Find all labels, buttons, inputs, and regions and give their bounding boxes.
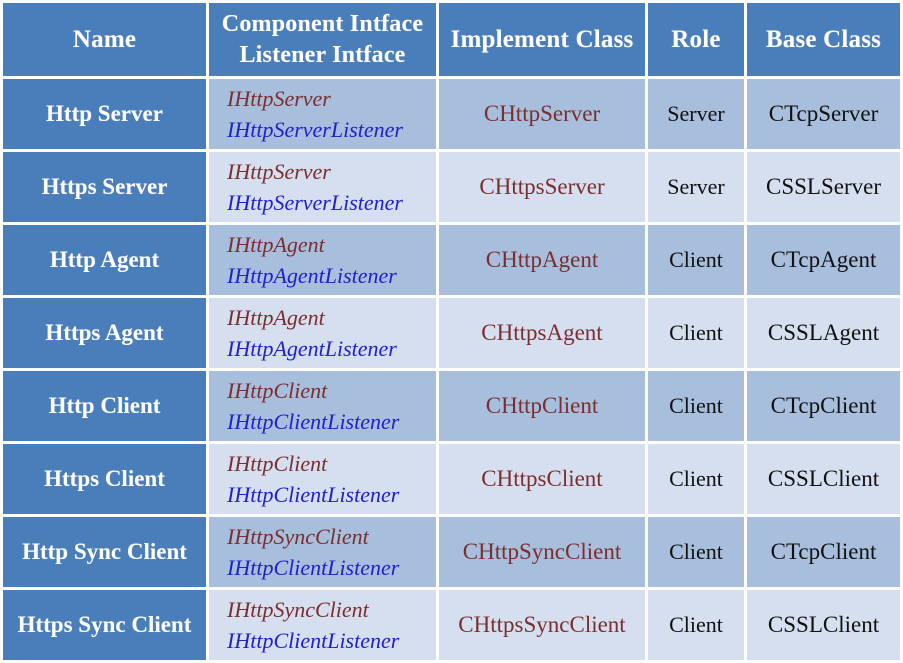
cell-name: Http Agent: [3, 225, 206, 295]
cell-interface: IHttpClient IHttpClientListener: [209, 444, 436, 514]
table-body: Http Server IHttpServer IHttpServerListe…: [3, 79, 900, 660]
cell-name: Http Client: [3, 371, 206, 441]
cell-name: Https Client: [3, 444, 206, 514]
cell-base-class: CTcpServer: [747, 79, 900, 149]
cell-role: Server: [648, 79, 744, 149]
column-header-role: Role: [648, 3, 744, 76]
cell-role: Client: [648, 444, 744, 514]
column-header-listener-intface-label: Listener Intface: [239, 41, 406, 68]
cell-implement-class: CHttpServer: [439, 79, 645, 149]
component-intface-value: IHttpClient: [227, 377, 328, 403]
table-row: Http Client IHttpClient IHttpClientListe…: [3, 371, 900, 441]
column-header-name-label: Name: [72, 25, 137, 53]
table-row: Https Agent IHttpAgent IHttpAgentListene…: [3, 298, 900, 368]
component-overview-table: Name Component Intface Listener Intface …: [0, 0, 903, 663]
cell-role: Server: [648, 152, 744, 222]
component-intface-value: IHttpAgent: [227, 304, 325, 330]
cell-base-class: CTcpClient: [747, 371, 900, 441]
cell-implement-class: CHttpsClient: [439, 444, 645, 514]
cell-role: Client: [648, 298, 744, 368]
cell-base-class: CSSLClient: [747, 444, 900, 514]
cell-implement-class: CHttpsSyncClient: [439, 590, 645, 660]
table-row: Http Sync Client IHttpSyncClient IHttpCl…: [3, 517, 900, 587]
column-header-base-class-label: Base Class: [765, 25, 882, 53]
listener-intface-value: IHttpClientListener: [227, 482, 400, 507]
cell-base-class: CSSLClient: [747, 590, 900, 660]
cell-name: Https Server: [3, 152, 206, 222]
listener-intface-value: IHttpClientListener: [227, 555, 400, 580]
component-table-container: Name Component Intface Listener Intface …: [0, 0, 903, 663]
component-intface-value: IHttpClient: [227, 450, 328, 476]
cell-base-class: CSSLAgent: [747, 298, 900, 368]
cell-interface: IHttpSyncClient IHttpClientListener: [209, 517, 436, 587]
component-intface-value: IHttpServer: [227, 85, 331, 111]
column-header-component-intface-label: Component Intface: [221, 10, 424, 37]
listener-intface-value: IHttpClientListener: [227, 628, 400, 653]
cell-base-class: CTcpAgent: [747, 225, 900, 295]
cell-base-class: CSSLServer: [747, 152, 900, 222]
table-row: Https Client IHttpClient IHttpClientList…: [3, 444, 900, 514]
cell-interface: IHttpAgent IHttpAgentListener: [209, 298, 436, 368]
cell-implement-class: CHttpAgent: [439, 225, 645, 295]
table-row: Https Server IHttpServer IHttpServerList…: [3, 152, 900, 222]
cell-name: Https Agent: [3, 298, 206, 368]
listener-intface-value: IHttpServerListener: [227, 190, 403, 215]
cell-base-class: CTcpClient: [747, 517, 900, 587]
cell-role: Client: [648, 371, 744, 441]
cell-name: Http Sync Client: [3, 517, 206, 587]
cell-implement-class: CHttpsServer: [439, 152, 645, 222]
table-row: Http Server IHttpServer IHttpServerListe…: [3, 79, 900, 149]
cell-role: Client: [648, 590, 744, 660]
component-intface-value: IHttpSyncClient: [227, 596, 369, 622]
column-header-role-label: Role: [671, 25, 721, 53]
table-row: Http Agent IHttpAgent IHttpAgentListener…: [3, 225, 900, 295]
table-row: Https Sync Client IHttpSyncClient IHttpC…: [3, 590, 900, 660]
component-intface-value: IHttpSyncClient: [227, 523, 369, 549]
cell-name: Http Server: [3, 79, 206, 149]
listener-intface-value: IHttpClientListener: [227, 409, 400, 434]
column-header-base-class: Base Class: [747, 3, 900, 76]
cell-interface: IHttpSyncClient IHttpClientListener: [209, 590, 436, 660]
cell-name: Https Sync Client: [3, 590, 206, 660]
table-header: Name Component Intface Listener Intface …: [3, 3, 900, 76]
table-header-row: Name Component Intface Listener Intface …: [3, 3, 900, 76]
listener-intface-value: IHttpAgentListener: [227, 263, 397, 288]
column-header-interface: Component Intface Listener Intface: [209, 3, 436, 76]
listener-intface-value: IHttpServerListener: [227, 117, 403, 142]
column-header-implement-class: Implement Class: [439, 3, 645, 76]
cell-interface: IHttpClient IHttpClientListener: [209, 371, 436, 441]
cell-implement-class: CHttpSyncClient: [439, 517, 645, 587]
component-intface-value: IHttpServer: [227, 158, 331, 184]
column-header-name: Name: [3, 3, 206, 76]
cell-implement-class: CHttpsAgent: [439, 298, 645, 368]
cell-interface: IHttpAgent IHttpAgentListener: [209, 225, 436, 295]
cell-implement-class: CHttpClient: [439, 371, 645, 441]
listener-intface-value: IHttpAgentListener: [227, 336, 397, 361]
cell-interface: IHttpServer IHttpServerListener: [209, 79, 436, 149]
cell-role: Client: [648, 517, 744, 587]
column-header-implement-class-label: Implement Class: [450, 25, 634, 53]
cell-role: Client: [648, 225, 744, 295]
component-intface-value: IHttpAgent: [227, 231, 325, 257]
cell-interface: IHttpServer IHttpServerListener: [209, 152, 436, 222]
